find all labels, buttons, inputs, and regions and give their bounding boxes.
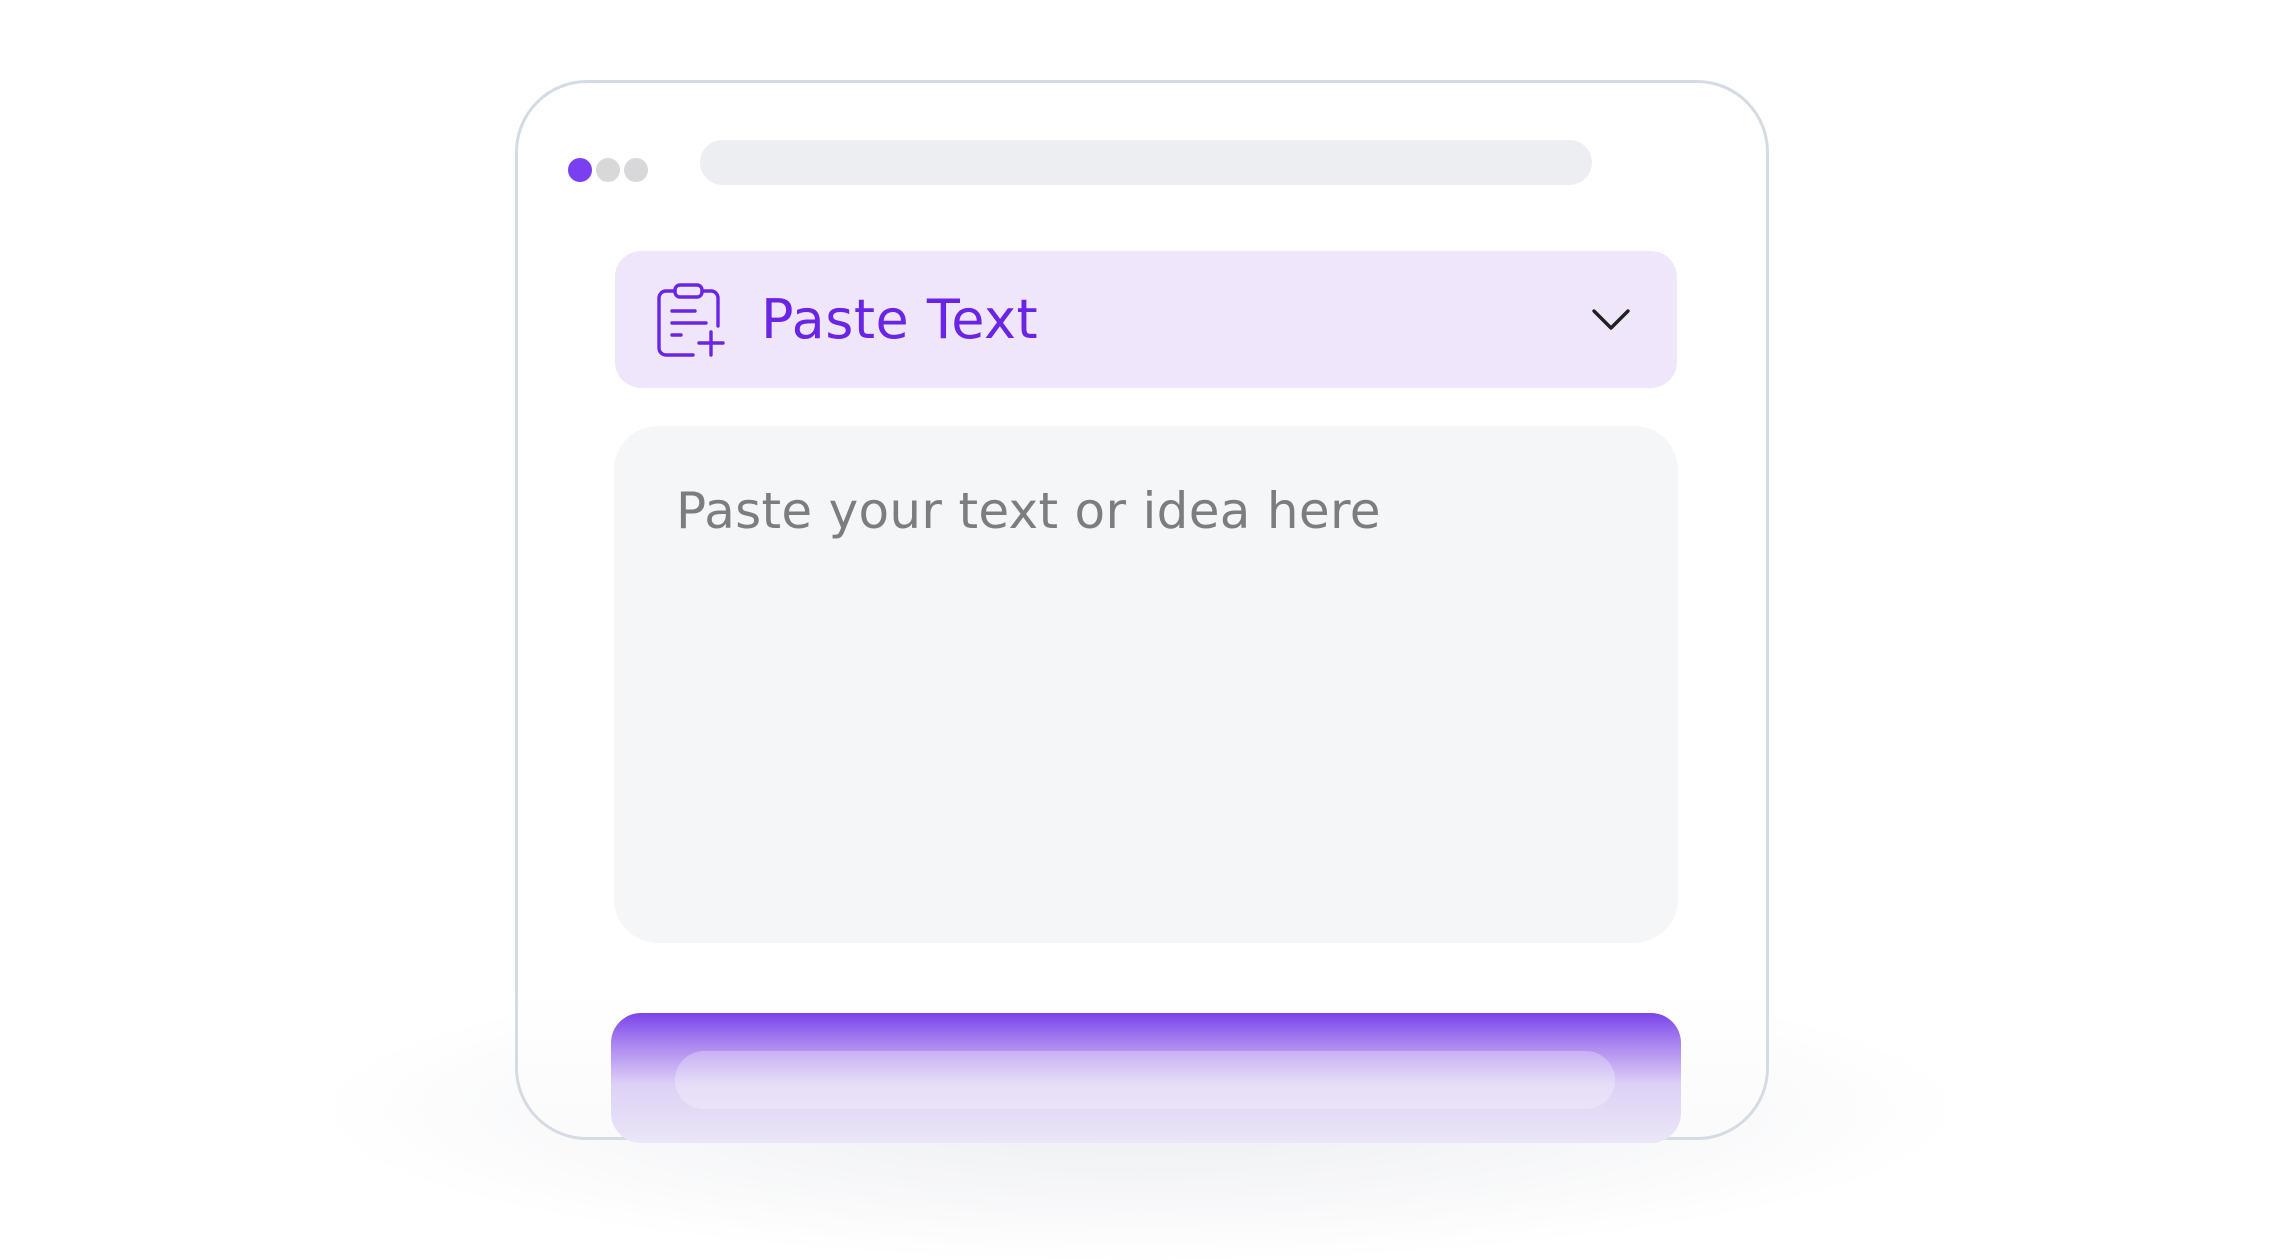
paste-text-input[interactable]: Paste your text or idea here: [614, 426, 1678, 943]
button-label-placeholder: [675, 1051, 1615, 1109]
address-bar[interactable]: [700, 140, 1592, 185]
stage: Paste Text Paste your text or idea here: [0, 0, 2280, 1260]
window-dot[interactable]: [596, 158, 620, 182]
window-controls: [568, 158, 648, 182]
clipboard-add-icon: [657, 282, 725, 357]
paste-text-title: Paste Text: [761, 288, 1039, 351]
chevron-down-icon[interactable]: [1591, 307, 1631, 333]
app-window: Paste Text Paste your text or idea here: [515, 80, 1769, 1140]
window-dot-active[interactable]: [568, 158, 592, 182]
input-placeholder: Paste your text or idea here: [676, 482, 1381, 540]
window-dot[interactable]: [624, 158, 648, 182]
primary-action-button[interactable]: [611, 1013, 1681, 1143]
paste-text-dropdown[interactable]: Paste Text: [615, 251, 1677, 388]
